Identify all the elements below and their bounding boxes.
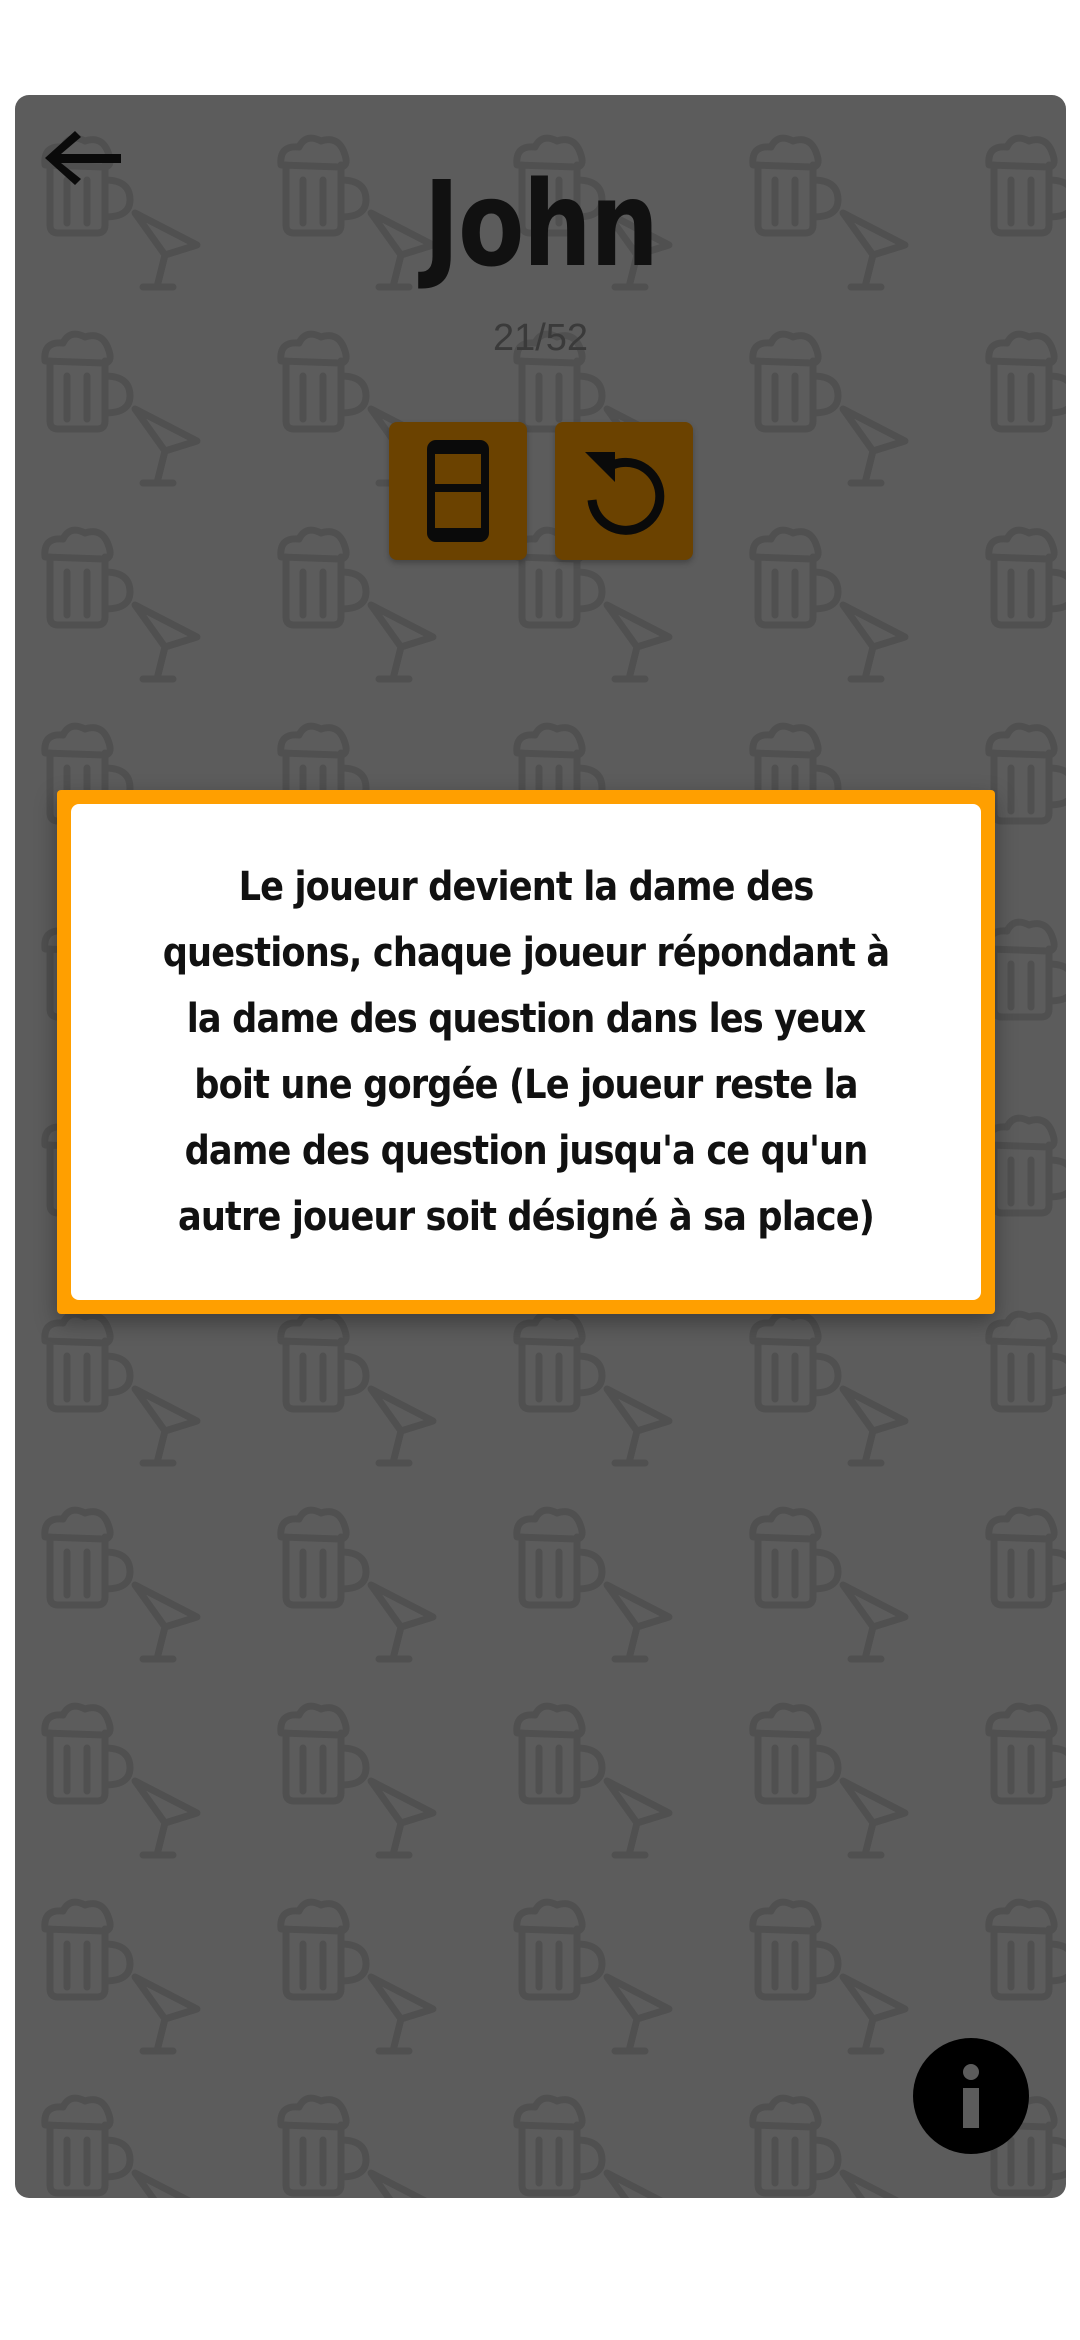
challenge-card-body: Le joueur devient la dame des questions,… bbox=[71, 804, 981, 1300]
info-button[interactable] bbox=[913, 2038, 1029, 2154]
info-icon bbox=[963, 2064, 979, 2128]
rotate-phone-button[interactable] bbox=[389, 422, 527, 560]
card-counter: 21/52 bbox=[492, 317, 589, 359]
undo-button[interactable] bbox=[555, 422, 693, 560]
undo-icon bbox=[585, 452, 665, 535]
player-name: John bbox=[423, 155, 659, 293]
challenge-text: Le joueur devient la dame des questions,… bbox=[162, 864, 890, 1240]
challenge-card: Le joueur devient la dame des questions,… bbox=[57, 790, 995, 1314]
phone-icon bbox=[427, 440, 489, 542]
